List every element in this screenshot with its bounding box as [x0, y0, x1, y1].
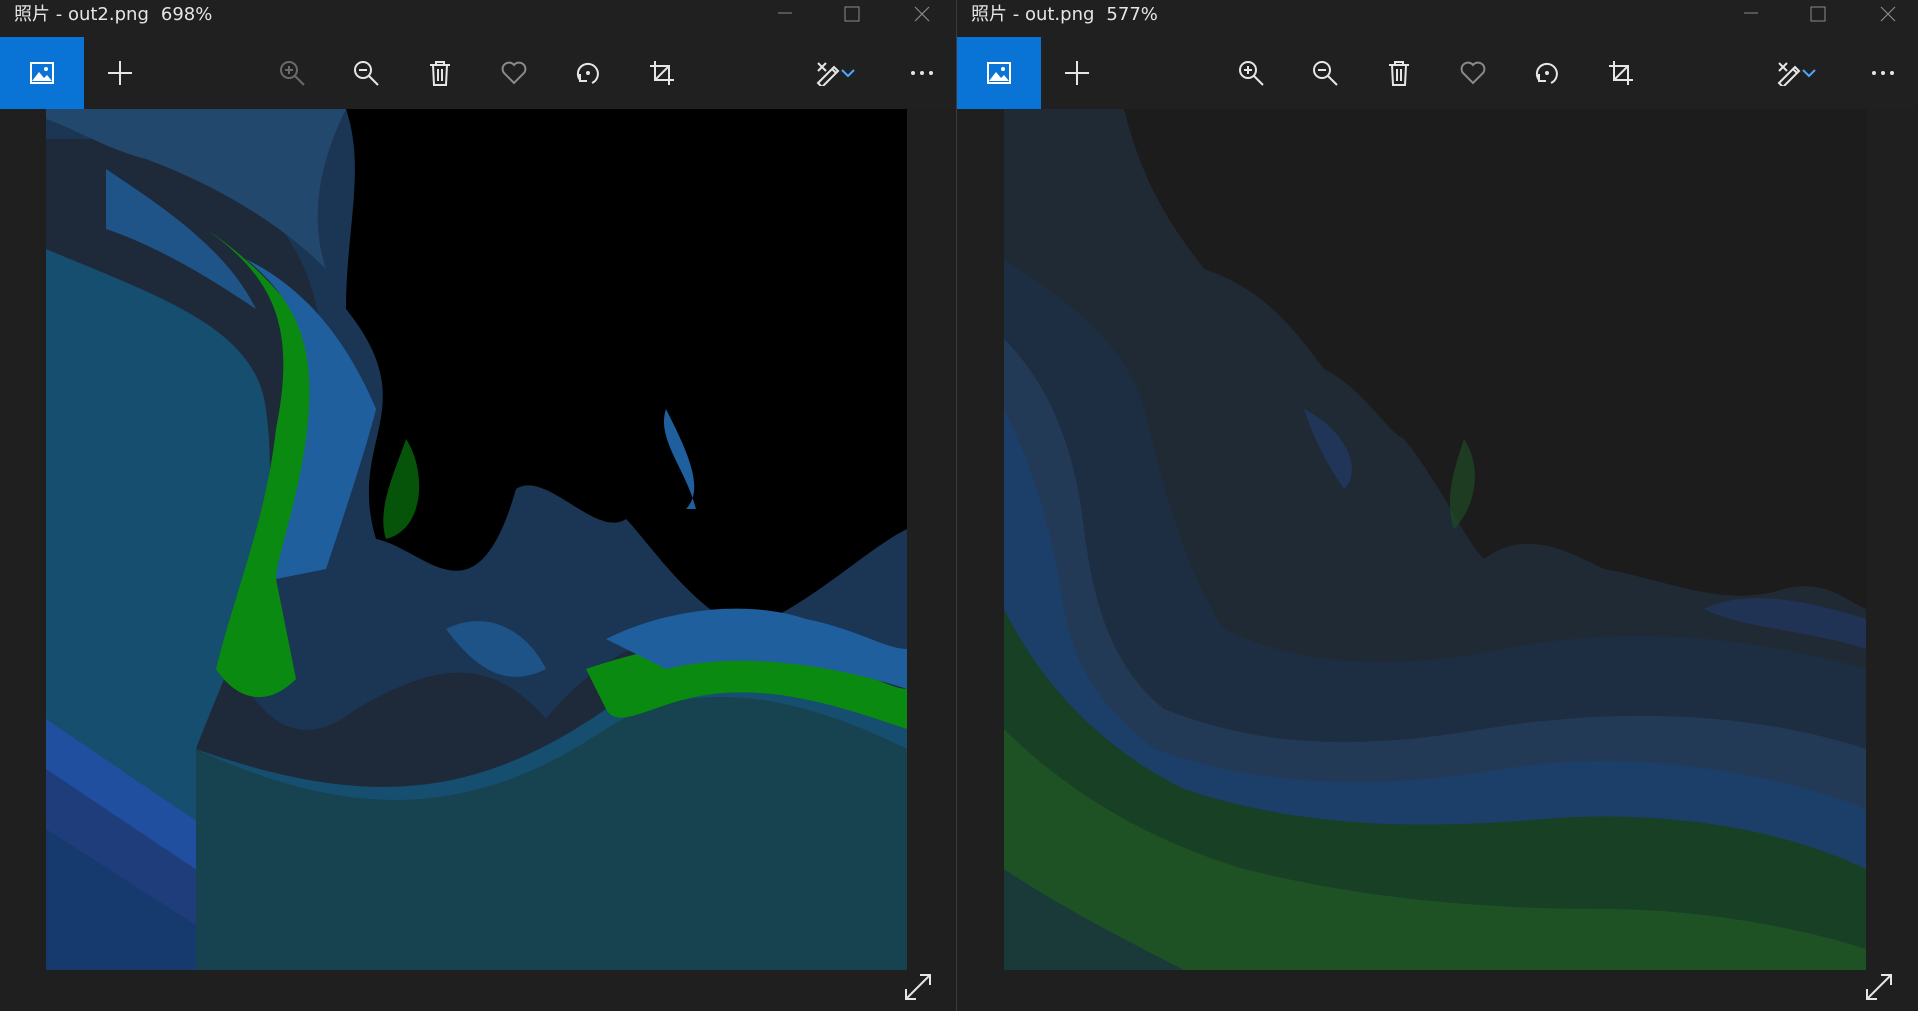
- photos-window-left: 照片 - out2.png 698%: [0, 0, 956, 1011]
- fractal-image-canvas: [46, 109, 907, 970]
- rotate-icon: [1535, 62, 1558, 84]
- maximize-icon: [1810, 6, 1826, 22]
- maximize-button[interactable]: [828, 0, 874, 30]
- expand-icon: [905, 974, 931, 1000]
- crop-icon: [650, 61, 674, 85]
- more-options-button[interactable]: [1851, 37, 1915, 109]
- fullscreen-button[interactable]: [898, 967, 938, 1007]
- heart-icon: [501, 61, 527, 85]
- see-all-photos-button[interactable]: [957, 37, 1041, 109]
- delete-button[interactable]: [408, 37, 472, 109]
- close-icon: [914, 6, 930, 22]
- window-title: 照片 - out.png 577%: [971, 4, 1158, 26]
- file-name: out.png: [1024, 4, 1095, 25]
- zoom-out-icon: [354, 61, 379, 86]
- maximize-button[interactable]: [1794, 0, 1840, 30]
- chevron-down-icon: [1802, 69, 1816, 78]
- crop-icon: [1609, 61, 1633, 85]
- expand-icon: [1866, 974, 1892, 1000]
- app-name: 照片: [971, 4, 1007, 25]
- add-icon: [108, 61, 132, 85]
- fractal-image[interactable]: [46, 109, 907, 970]
- zoom-in-button[interactable]: [260, 37, 324, 109]
- favorite-button[interactable]: [1441, 37, 1505, 109]
- minimize-icon: [778, 12, 792, 14]
- zoom-out-icon: [1313, 61, 1338, 86]
- zoom-in-icon: [1239, 61, 1264, 86]
- chevron-down-icon: [841, 69, 855, 78]
- photo-icon: [987, 62, 1011, 84]
- more-icon: [1872, 71, 1894, 75]
- crop-button[interactable]: [1589, 37, 1653, 109]
- fractal-image[interactable]: [1004, 109, 1866, 970]
- zoom-level: 577%: [1106, 4, 1158, 25]
- zoom-out-button[interactable]: [1293, 37, 1357, 109]
- rotate-button[interactable]: [1515, 37, 1579, 109]
- image-viewport[interactable]: [0, 109, 956, 1011]
- fractal-image-canvas: [1004, 109, 1866, 970]
- close-icon: [1880, 6, 1896, 22]
- see-all-photos-button[interactable]: [0, 37, 84, 109]
- maximize-icon: [844, 6, 860, 22]
- delete-button[interactable]: [1367, 37, 1431, 109]
- minimize-button[interactable]: [1728, 0, 1774, 30]
- title-separator: -: [1007, 4, 1025, 25]
- add-icon: [1065, 61, 1089, 85]
- fullscreen-button[interactable]: [1859, 967, 1899, 1007]
- delete-icon: [430, 61, 450, 86]
- photo-icon: [30, 62, 54, 84]
- zoom-level: 698%: [160, 4, 213, 25]
- edit-dropdown-button[interactable]: [1791, 37, 1827, 109]
- crop-button[interactable]: [630, 37, 694, 109]
- add-button[interactable]: [1045, 37, 1109, 109]
- close-button[interactable]: [1864, 0, 1910, 30]
- more-icon: [911, 71, 933, 75]
- zoom-out-button[interactable]: [334, 37, 398, 109]
- zoom-in-button[interactable]: [1219, 37, 1283, 109]
- title-bar[interactable]: 照片 - out2.png 698%: [0, 0, 956, 37]
- add-button[interactable]: [88, 37, 152, 109]
- minimize-icon: [1744, 12, 1758, 14]
- window-title: 照片 - out2.png 698%: [14, 4, 212, 26]
- app-name: 照片: [14, 4, 50, 25]
- edit-dropdown-button[interactable]: [830, 37, 866, 109]
- favorite-button[interactable]: [482, 37, 546, 109]
- file-name: out2.png: [67, 4, 149, 25]
- image-viewport[interactable]: [957, 109, 1918, 1011]
- title-separator: -: [50, 4, 68, 25]
- delete-icon: [1389, 61, 1409, 86]
- toolbar: [957, 37, 1918, 109]
- more-options-button[interactable]: [890, 37, 954, 109]
- minimize-button[interactable]: [762, 0, 808, 30]
- toolbar: [0, 37, 956, 109]
- close-button[interactable]: [898, 0, 944, 30]
- zoom-in-icon: [280, 61, 305, 86]
- rotate-icon: [576, 62, 599, 84]
- rotate-button[interactable]: [556, 37, 620, 109]
- photos-window-right: 照片 - out.png 577%: [957, 0, 1918, 1011]
- title-bar[interactable]: 照片 - out.png 577%: [957, 0, 1918, 37]
- heart-icon: [1460, 61, 1486, 85]
